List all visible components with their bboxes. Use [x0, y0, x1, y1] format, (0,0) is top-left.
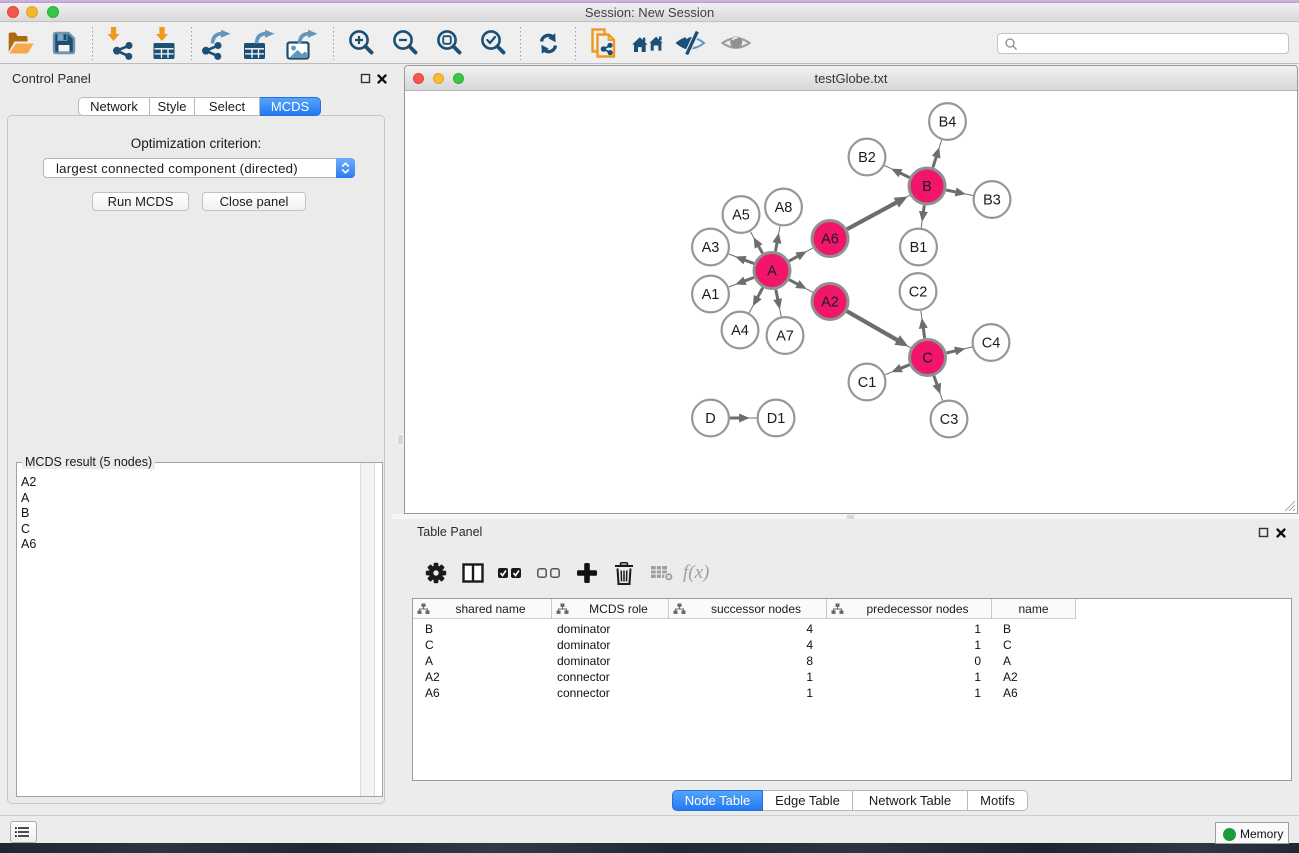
svg-text:A2: A2: [821, 295, 839, 311]
svg-text:C3: C3: [940, 412, 959, 428]
svg-text:C4: C4: [982, 336, 1001, 352]
svg-text:C2: C2: [909, 285, 928, 301]
svg-text:A6: A6: [821, 232, 839, 248]
svg-text:B4: B4: [939, 115, 957, 131]
svg-text:A5: A5: [732, 208, 750, 224]
svg-text:A1: A1: [702, 287, 720, 303]
svg-text:D: D: [705, 411, 715, 427]
svg-text:B: B: [922, 179, 932, 195]
svg-text:B1: B1: [910, 240, 928, 256]
svg-text:A8: A8: [775, 200, 793, 216]
svg-text:A4: A4: [731, 323, 749, 339]
svg-text:B2: B2: [858, 150, 876, 166]
svg-text:A7: A7: [776, 329, 794, 345]
svg-text:B3: B3: [983, 193, 1001, 209]
svg-text:D1: D1: [767, 411, 786, 427]
svg-text:A3: A3: [702, 240, 720, 256]
svg-text:A: A: [767, 264, 777, 280]
svg-text:C1: C1: [858, 375, 877, 391]
svg-text:C: C: [922, 351, 932, 367]
